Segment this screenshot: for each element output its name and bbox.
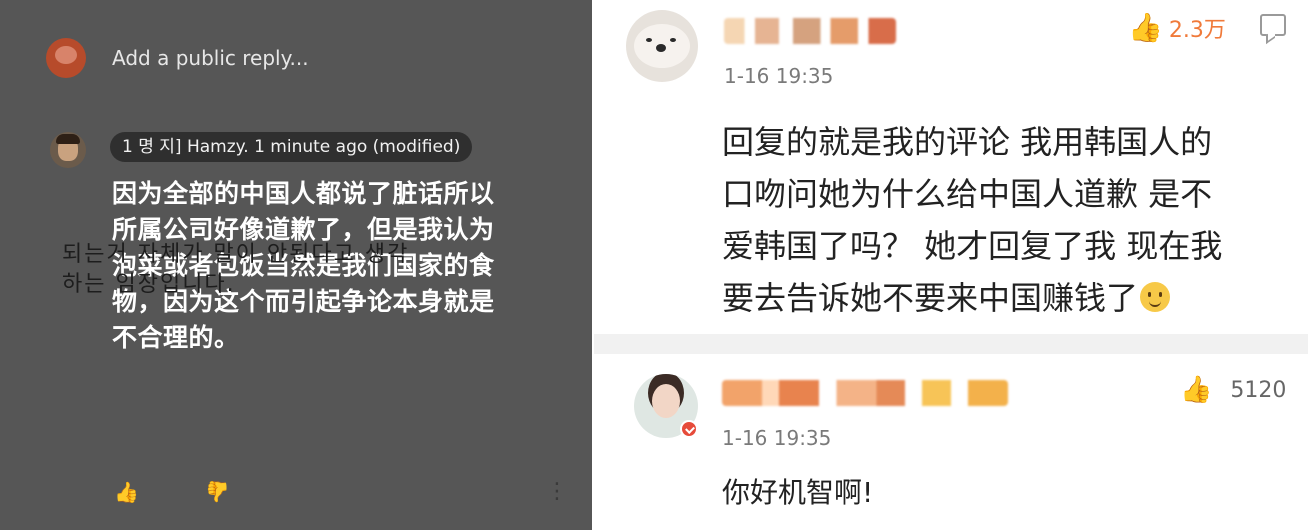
- thumbs-up-outline-icon: 👍: [1180, 375, 1213, 405]
- thumbs-up-icon: 👍: [1128, 11, 1163, 44]
- comment-divider: [594, 334, 1308, 354]
- like-button-1[interactable]: 👍 2.3万: [1128, 12, 1226, 44]
- comment-time-2: 1-16 19:35: [722, 426, 832, 450]
- left-panel: Add a public reply... 1 명 지] Hamzy. 1 mi…: [0, 0, 592, 530]
- comment-meta: 1 명 지] Hamzy. 1 minute ago (modified): [110, 132, 473, 162]
- reply-input-row[interactable]: Add a public reply...: [46, 38, 309, 78]
- comment-time-1: 1-16 19:35: [724, 64, 834, 88]
- like-count-2: 5120: [1230, 377, 1287, 403]
- reply-comment-icon[interactable]: [1260, 14, 1286, 36]
- commenter-avatar-1[interactable]: [626, 10, 698, 82]
- comment-action-bar: 👍 👍 ⋮: [110, 478, 580, 508]
- more-options-icon[interactable]: ⋮: [546, 478, 568, 506]
- like-icon[interactable]: 👍: [114, 481, 139, 503]
- blurred-username-1: [724, 18, 896, 44]
- comment-original-text: 되는거 자체가 말이 안된다고 생각 하는 임장입니다.: [62, 242, 410, 297]
- comment-text-2: 你好机智啊!: [722, 476, 874, 509]
- verified-badge-icon: [680, 420, 698, 438]
- smile-emoji-icon: [1140, 282, 1171, 312]
- reply-input-placeholder[interactable]: Add a public reply...: [112, 46, 309, 70]
- blurred-username-2: [722, 380, 1008, 406]
- like-count-1: 2.3万: [1168, 18, 1226, 43]
- commenter-avatar[interactable]: [50, 132, 86, 168]
- dislike-icon[interactable]: 👍: [205, 480, 230, 504]
- comment-text-1: 回复的就是我的评论 我用韩国人的 口吻问她为什么给中国人道歉 是不 爱韩国了吗？…: [722, 116, 1290, 324]
- like-button-2[interactable]: 👍 5120: [1180, 376, 1286, 404]
- current-user-avatar: [46, 38, 86, 78]
